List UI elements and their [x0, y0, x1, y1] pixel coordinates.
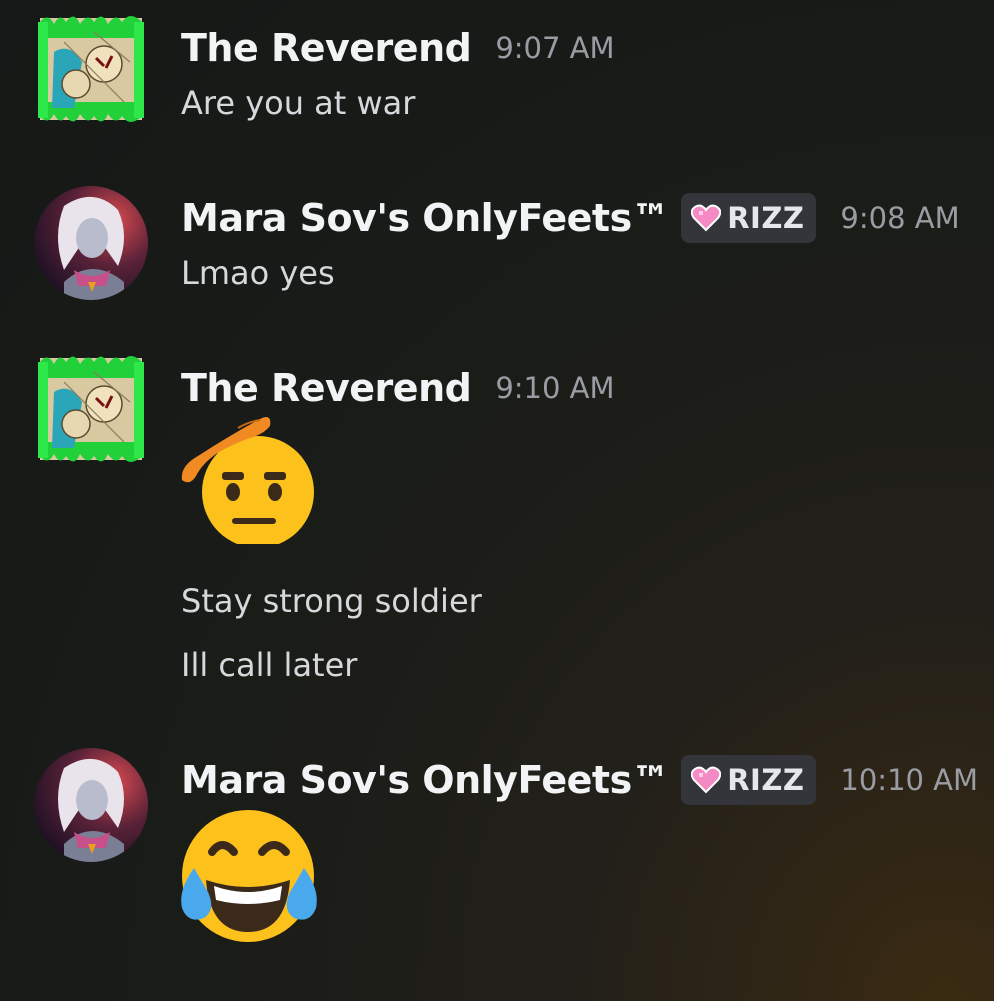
- reverend-avatar[interactable]: [34, 12, 148, 126]
- tag-label: RIZZ: [727, 201, 805, 235]
- message-text: Are you at war: [181, 84, 416, 122]
- username[interactable]: Mara Sov's OnlyFeets™: [181, 758, 670, 802]
- role-tag[interactable]: RIZZ: [681, 193, 817, 243]
- timestamp[interactable]: 9:07 AM: [495, 31, 614, 65]
- timestamp[interactable]: 9:10 AM: [495, 371, 614, 405]
- username[interactable]: The Reverend: [181, 26, 472, 70]
- mara-avatar[interactable]: [34, 186, 148, 300]
- saluting-face-emoji[interactable]: [178, 414, 320, 548]
- message-text: Lmao yes: [181, 254, 335, 292]
- message-text: Ill call later: [181, 646, 358, 684]
- message-header: Mara Sov's OnlyFeets™ RIZZ 10:10 AM: [181, 752, 978, 808]
- mara-avatar[interactable]: [34, 748, 148, 862]
- timestamp[interactable]: 9:08 AM: [840, 201, 959, 235]
- message-text: Stay strong soldier: [181, 582, 482, 620]
- message-header: Mara Sov's OnlyFeets™ RIZZ 9:08 AM: [181, 190, 960, 246]
- timestamp[interactable]: 10:10 AM: [840, 763, 978, 797]
- tag-label: RIZZ: [727, 763, 805, 797]
- pink-heart-icon: [691, 766, 722, 794]
- pink-heart-icon: [691, 204, 722, 232]
- role-tag[interactable]: RIZZ: [681, 755, 817, 805]
- message-header: The Reverend 9:07 AM: [181, 20, 615, 76]
- message-header: The Reverend 9:10 AM: [181, 360, 615, 416]
- reverend-avatar[interactable]: [34, 352, 148, 466]
- username[interactable]: Mara Sov's OnlyFeets™: [181, 196, 670, 240]
- face-with-tears-of-joy-emoji[interactable]: [178, 808, 320, 952]
- username[interactable]: The Reverend: [181, 366, 472, 410]
